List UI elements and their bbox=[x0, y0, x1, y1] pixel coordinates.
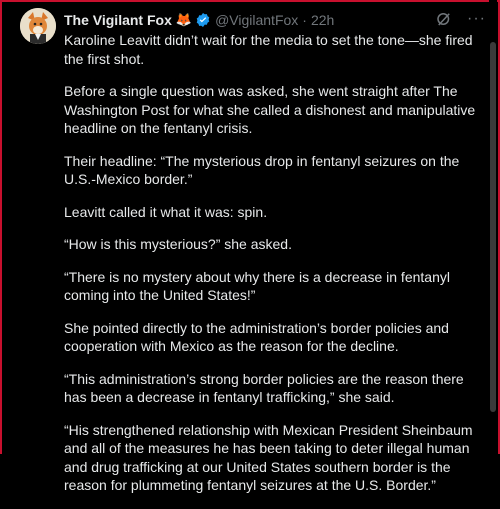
post-paragraph: “How is this mysterious?” she asked. bbox=[64, 236, 292, 252]
post-paragraph: Before a single question was asked, she … bbox=[64, 83, 476, 136]
author-name[interactable]: The Vigilant Fox bbox=[64, 12, 172, 28]
post-paragraph: “There is no mystery about why there is … bbox=[64, 268, 450, 304]
post-paragraph: Their headline: “The mysterious drop in … bbox=[64, 152, 460, 188]
fox-avatar-icon bbox=[20, 8, 56, 44]
post-header: The Vigilant Fox 🦊 @VigilantFox · 22h ··… bbox=[64, 10, 486, 30]
post-body: Karoline Leavitt didn’t wait for the med… bbox=[64, 31, 484, 509]
scrollbar-thumb[interactable] bbox=[490, 42, 496, 412]
verified-badge-icon[interactable] bbox=[195, 12, 211, 28]
post-time[interactable]: 22h bbox=[311, 12, 334, 28]
grok-icon[interactable] bbox=[435, 10, 453, 28]
fox-emoji-icon: 🦊 bbox=[175, 12, 193, 27]
post-paragraph: Leavitt called it what it was: spin. bbox=[64, 203, 268, 220]
post-paragraph: She pointed directly to the administrati… bbox=[64, 319, 449, 355]
more-options-icon[interactable]: ··· bbox=[467, 10, 486, 28]
scrollbar[interactable] bbox=[489, 0, 497, 454]
post-paragraph: “His strengthened relationship with Mexi… bbox=[64, 421, 473, 494]
author-handle[interactable]: @VigilantFox bbox=[215, 12, 298, 28]
post-paragraph: Karoline Leavitt didn’t wait for the med… bbox=[64, 32, 473, 67]
header-actions: ··· bbox=[435, 10, 486, 28]
separator-dot: · bbox=[302, 12, 307, 28]
post-paragraph: “This administration’s strong border pol… bbox=[64, 370, 464, 406]
avatar[interactable] bbox=[20, 8, 56, 44]
